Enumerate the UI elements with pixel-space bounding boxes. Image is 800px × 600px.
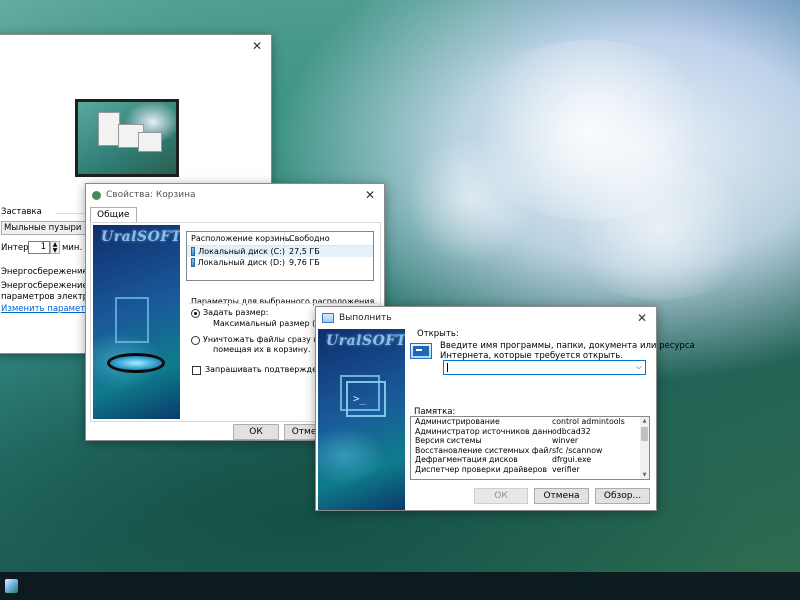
preview-window (138, 132, 162, 152)
memo-command: winver (552, 436, 579, 445)
wave-foam (400, 140, 540, 260)
interval-stepper[interactable]: ▲ ▼ (50, 241, 60, 254)
run-window-title: Выполнить (339, 313, 392, 323)
recycle-bin-icon (92, 190, 101, 200)
column-header-free[interactable]: Свободно (285, 232, 373, 245)
memo-command: dfrgui.exe (552, 455, 592, 464)
open-combobox[interactable]: ⌵ (443, 360, 646, 375)
banner-logo: UralSOFT (101, 229, 180, 245)
scroll-thumb[interactable] (641, 427, 648, 441)
interval-label: Интер (1, 243, 29, 253)
wave-foam (560, 160, 760, 300)
memo-name: Восстановление системных файлов (415, 445, 552, 455)
memo-scrollbar[interactable]: ▲ ▼ (640, 417, 649, 479)
list-item[interactable]: Локальный диск (D:) 9,76 ГБ (187, 257, 373, 268)
close-icon[interactable]: ✕ (356, 184, 384, 206)
preview-screen (78, 102, 176, 174)
preview-window (98, 112, 120, 146)
run-dialog[interactable]: Выполнить ✕ UralSOFT >_ (315, 306, 657, 511)
delete-immediately-label-2: помещая их в корзину. (213, 345, 311, 354)
close-icon[interactable]: ✕ (243, 35, 271, 57)
list-item[interactable]: Администратор источников данных odbcad32 (411, 427, 649, 437)
memo-command: control admintools (552, 417, 625, 426)
drive-free: 27,5 ГБ (289, 247, 320, 256)
text-caret (447, 363, 448, 372)
drive-icon (191, 258, 195, 267)
terminal-icon: >_ (346, 381, 386, 417)
scroll-up-icon[interactable]: ▲ (640, 418, 649, 424)
chevron-down-icon[interactable]: ⌵ (636, 362, 642, 372)
run-program-icon (410, 343, 432, 359)
list-item[interactable]: Диспетчер проверки драйверов verifier (411, 465, 649, 475)
params-heading: Параметры для выбранного расположения (191, 297, 375, 306)
run-titlebar[interactable]: Выполнить ✕ (316, 307, 656, 329)
ok-button[interactable]: ОК (233, 424, 279, 440)
list-item[interactable]: Дефрагментация дисков dfrgui.exe (411, 455, 649, 465)
drive-name: Локальный диск (C:) (198, 247, 285, 256)
run-ok-button[interactable]: ОК (474, 488, 528, 504)
run-cancel-button[interactable]: Отмена (534, 488, 589, 504)
power-heading: Энергосбережение (1, 267, 88, 277)
taskbar (0, 572, 800, 600)
custom-size-label: Задать размер: (203, 308, 269, 317)
list-item[interactable]: Версия системы winver (411, 436, 649, 446)
memo-name: Администратор источников данных (415, 426, 552, 436)
drive-name: Локальный диск (D:) (197, 258, 285, 267)
interval-input[interactable]: 1 (28, 241, 50, 254)
start-button[interactable] (0, 572, 22, 600)
document-icon (115, 297, 149, 343)
memo-command: sfc /scannow (552, 445, 603, 455)
screensaver-group-label: Заставка (1, 207, 42, 217)
custom-size-radio[interactable] (191, 309, 200, 318)
tab-general[interactable]: Общие (90, 207, 137, 223)
banner-logo: UralSOFT (326, 333, 405, 349)
portal-ring-icon (107, 353, 165, 373)
tab-bar: Общие (90, 207, 137, 223)
memo-name: Дефрагментация дисков (415, 455, 518, 464)
screensaver-preview (75, 99, 179, 177)
recycle-location-list[interactable]: Расположение корзины Свободно Локальный … (186, 231, 374, 281)
list-item[interactable]: Администрирование control admintools (411, 417, 649, 427)
scroll-down-icon[interactable]: ▼ (640, 472, 649, 478)
recycle-titlebar[interactable]: Свойства: Корзина ✕ (86, 184, 384, 206)
uralsoft-banner: UralSOFT >_ (318, 329, 405, 510)
memo-name: Администрирование (415, 417, 500, 426)
column-header-location[interactable]: Расположение корзины (187, 232, 291, 245)
memo-name: Диспетчер проверки драйверов (415, 464, 548, 474)
memo-command: verifier (552, 464, 580, 474)
screensaver-select[interactable]: Мыльные пузыри (1, 221, 91, 235)
windows-start-icon (4, 579, 18, 593)
browse-button[interactable]: Обзор... (595, 488, 650, 504)
params-group (189, 303, 377, 304)
memo-list[interactable]: Администрирование control admintools Адми… (410, 416, 650, 480)
list-item[interactable]: Восстановление системных файлов sfc /scan… (411, 446, 649, 456)
delete-immediately-radio[interactable] (191, 336, 200, 345)
drive-icon (191, 247, 196, 256)
uralsoft-banner: UralSOFT (93, 225, 180, 419)
drive-free: 9,76 ГБ (289, 258, 320, 267)
recycle-window-title: Свойства: Корзина (106, 190, 196, 200)
run-prompt-line1: Введите имя программы, папки, документа … (440, 341, 695, 351)
memo-command: odbcad32 (552, 426, 591, 436)
run-icon (322, 313, 334, 323)
close-icon[interactable]: ✕ (628, 307, 656, 329)
open-label: Открыть: (417, 329, 459, 339)
memo-name: Версия системы (415, 436, 482, 445)
interval-unit: мин. (62, 243, 83, 253)
confirm-delete-checkbox[interactable] (192, 366, 201, 375)
list-item[interactable]: Локальный диск (C:) 27,5 ГБ (187, 246, 373, 257)
list-header: Расположение корзины Свободно (187, 232, 373, 246)
screensaver-titlebar[interactable]: ✕ (0, 35, 271, 57)
